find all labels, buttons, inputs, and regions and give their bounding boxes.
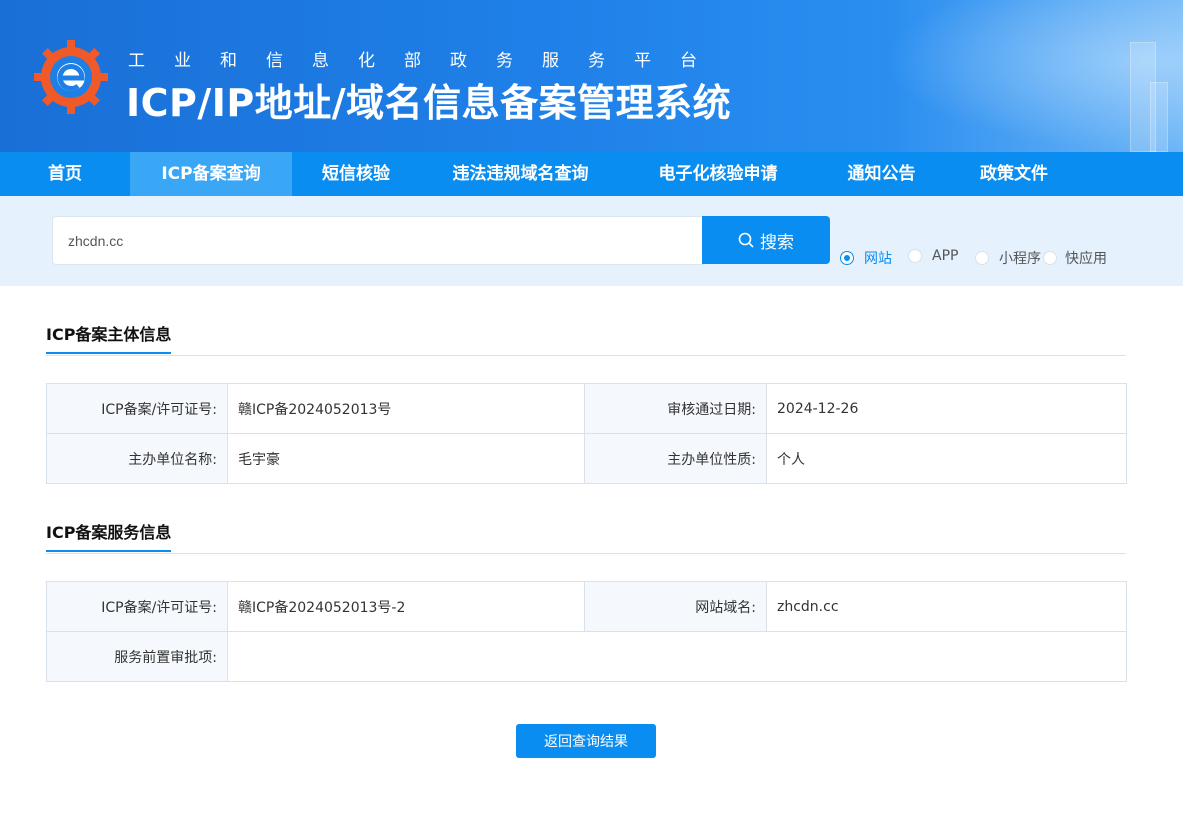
radio-app[interactable]: APP — [908, 248, 958, 264]
main-nav: 首页 ICP备案查询 短信核验 违法违规域名查询 电子化核验申请 通知公告 政策… — [0, 152, 1183, 196]
banner-building — [1150, 82, 1168, 152]
section-title-subject-info: ICP备案主体信息 — [46, 321, 172, 354]
service-info-table: ICP备案/许可证号: 赣ICP备2024052013号-2 网站域名: zhc… — [46, 581, 1127, 682]
domain-value: zhcdn.cc — [766, 581, 1127, 632]
system-title: ICP/IP地址/域名信息备案管理系统 — [126, 81, 732, 125]
radio-label: 快应用 — [1065, 251, 1107, 267]
service-license-value: 赣ICP备2024052013号-2 — [227, 581, 585, 632]
section-divider — [46, 355, 1126, 356]
table-row: 服务前置审批项: — [46, 631, 1127, 682]
nav-item-icp-query[interactable]: ICP备案查询 — [130, 152, 292, 196]
pre-approval-value — [227, 631, 1127, 682]
search-button-label: 搜索 — [760, 232, 794, 253]
search-input[interactable] — [52, 216, 703, 265]
section-title-service-info: ICP备案服务信息 — [46, 519, 172, 552]
miit-logo-icon — [34, 40, 108, 114]
radio-label: 小程序 — [999, 251, 1041, 267]
table-row: ICP备案/许可证号: 赣ICP备2024052013号-2 网站域名: zhc… — [46, 581, 1127, 632]
approval-date-label: 审核通过日期: — [584, 383, 767, 434]
nav-item-e-verify-apply[interactable]: 电子化核验申请 — [621, 152, 815, 196]
subject-info-table: ICP备案/许可证号: 赣ICP备2024052013号 审核通过日期: 202… — [46, 383, 1127, 484]
search-area: 搜索 网站 APP 小程序 快应用 — [0, 196, 1183, 286]
org-name-value: 毛宇豪 — [227, 433, 585, 484]
radio-label: 网站 — [864, 251, 892, 267]
nav-item-home[interactable]: 首页 — [0, 152, 130, 196]
nav-item-sms-verify[interactable]: 短信核验 — [292, 152, 420, 196]
back-to-results-button[interactable]: 返回查询结果 — [516, 724, 656, 758]
org-nature-value: 个人 — [766, 433, 1127, 484]
radio-website[interactable]: 网站 — [840, 248, 892, 268]
table-row: ICP备案/许可证号: 赣ICP备2024052013号 审核通过日期: 202… — [46, 383, 1127, 434]
table-row: 主办单位名称: 毛宇豪 主办单位性质: 个人 — [46, 433, 1127, 484]
radio-unchecked-icon — [908, 249, 922, 263]
section-divider — [46, 553, 1126, 554]
approval-date-value: 2024-12-26 — [766, 383, 1127, 434]
search-button[interactable]: 搜索 — [702, 216, 830, 264]
pre-approval-label: 服务前置审批项: — [46, 631, 228, 682]
nav-item-policy-docs[interactable]: 政策文件 — [948, 152, 1080, 196]
org-name-label: 主办单位名称: — [46, 433, 228, 484]
radio-quick-app[interactable]: 快应用 — [1043, 248, 1107, 268]
service-license-label: ICP备案/许可证号: — [46, 581, 228, 632]
radio-unchecked-icon — [1043, 251, 1057, 265]
radio-label: APP — [932, 248, 959, 264]
domain-label: 网站域名: — [584, 581, 767, 632]
header-banner: 工业和信息化部政务服务平台 ICP/IP地址/域名信息备案管理系统 — [0, 0, 1183, 152]
license-label: ICP备案/许可证号: — [46, 383, 228, 434]
search-icon — [738, 232, 754, 248]
radio-mini-program[interactable]: 小程序 — [975, 248, 1041, 268]
radio-unchecked-icon — [975, 251, 989, 265]
nav-item-illegal-domain-query[interactable]: 违法违规域名查询 — [420, 152, 621, 196]
gov-platform-subtitle: 工业和信息化部政务服务平台 — [128, 51, 726, 71]
radio-checked-icon — [840, 251, 854, 265]
license-value: 赣ICP备2024052013号 — [227, 383, 585, 434]
org-nature-label: 主办单位性质: — [584, 433, 767, 484]
nav-item-notices[interactable]: 通知公告 — [815, 152, 948, 196]
